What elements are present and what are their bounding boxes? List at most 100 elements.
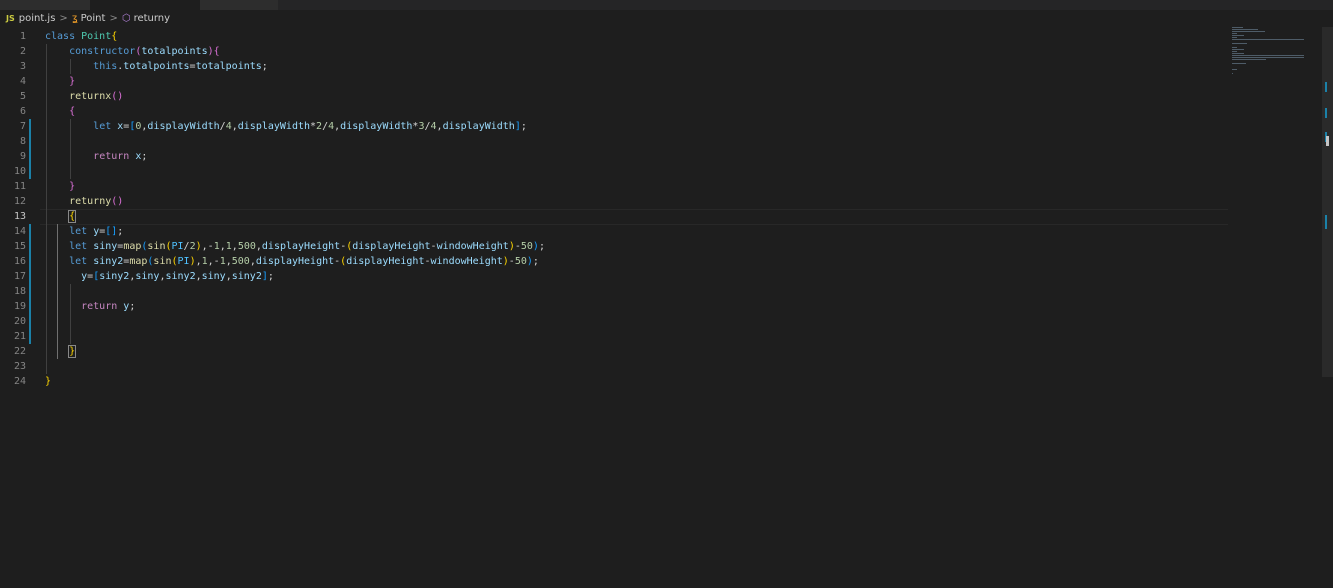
code-token: 50 (520, 241, 533, 252)
code-line[interactable]: 24} (0, 374, 1230, 389)
code-token: map (129, 256, 148, 267)
code-line[interactable]: 4 } (0, 74, 1230, 89)
code-line[interactable]: 7 let x=[0,displayWidth/4,displayWidth*2… (0, 119, 1230, 134)
code-line[interactable]: 2 constructor(totalpoints){ (0, 44, 1230, 59)
minimap-line (1232, 33, 1237, 34)
code-token: ,- (207, 256, 220, 267)
code-token: siny2 (99, 271, 130, 282)
indent-guide (70, 284, 71, 344)
code-token: siny (135, 271, 160, 282)
minimap-line (1232, 69, 1237, 70)
line-number: 21 (13, 331, 26, 342)
minimap-line (1232, 31, 1266, 32)
code-line[interactable]: 10 (0, 164, 1230, 179)
line-number: 12 (13, 196, 26, 207)
code-token: this (93, 61, 118, 72)
code-token: sin (147, 241, 166, 252)
minimap-line (1232, 53, 1244, 54)
code-token: totalpoints (141, 46, 208, 57)
line-number: 2 (19, 46, 26, 57)
code-token: } (45, 376, 52, 387)
code-token: displayWidth (237, 121, 311, 132)
editor-tab[interactable] (0, 0, 90, 10)
minimap-line (1232, 29, 1259, 30)
code-line[interactable]: 16 let siny2=map(sin(PI),1,-1,500,displa… (0, 254, 1230, 269)
code-line[interactable]: 17 y=[siny2,siny,siny2,siny,siny2]; (0, 269, 1230, 284)
line-number: 11 (13, 181, 26, 192)
code-token: windowHeight (430, 256, 503, 267)
code-line[interactable]: 11 } (0, 179, 1230, 194)
code-line[interactable]: 9 return x; (0, 149, 1230, 164)
scrollbar-change-marker (1325, 215, 1327, 229)
minimap[interactable] (1228, 27, 1308, 87)
code-token: displayHeight (346, 256, 425, 267)
code-line[interactable]: 15 let siny=map(sin(PI/2),-1,1,500,displ… (0, 239, 1230, 254)
line-number: 22 (13, 346, 26, 357)
code-token: PI (177, 256, 190, 267)
code-token: } (69, 76, 76, 87)
code-line[interactable]: 18 (0, 284, 1230, 299)
code-token: siny (201, 271, 226, 282)
code-line[interactable]: 21 (0, 329, 1230, 344)
line-number: 10 (13, 166, 26, 177)
code-token: ; (129, 301, 136, 312)
code-token: [] (105, 226, 118, 237)
code-line[interactable]: 20 (0, 314, 1230, 329)
current-line-highlight (40, 209, 1228, 225)
indent-guide (57, 224, 58, 359)
minimap-line (1232, 47, 1237, 48)
breadcrumb-class[interactable]: Point (81, 13, 106, 24)
code-line[interactable]: 8 (0, 134, 1230, 149)
code-line[interactable]: 22 } (0, 344, 1230, 359)
code-line[interactable]: 1 class Point{ (0, 29, 1230, 44)
code-line[interactable]: 14 let y=[]; (0, 224, 1230, 239)
gutter-change-marker[interactable] (29, 224, 31, 344)
minimap-line (1232, 27, 1243, 28)
code-line[interactable]: 13 { (0, 209, 1230, 225)
scrollbar-change-marker (1325, 82, 1327, 92)
minimap-line (1232, 55, 1304, 56)
line-number: 9 (19, 151, 26, 162)
code-line[interactable]: 23 (0, 359, 1230, 374)
code-token: displayWidth (147, 121, 220, 132)
line-number: 14 (13, 226, 26, 237)
code-token: } (68, 345, 77, 358)
minimap-line (1232, 63, 1246, 64)
code-token: let (69, 256, 94, 267)
code-token: { (213, 46, 220, 57)
code-text: y=[siny2,siny,siny2,siny,siny2]; (45, 269, 274, 284)
code-token: siny2 (165, 271, 196, 282)
code-editor[interactable]: 1 class Point{2 constructor(totalpoints){… (0, 27, 1322, 588)
code-token: return (81, 301, 124, 312)
code-token: returny (69, 196, 112, 207)
code-line[interactable]: 5 returnx() (0, 89, 1230, 104)
code-token: totalpoints (123, 61, 190, 72)
breadcrumb-method[interactable]: returny (134, 13, 171, 24)
code-line[interactable]: 19 return y; (0, 299, 1230, 314)
vertical-scrollbar[interactable] (1322, 27, 1333, 377)
line-number: 13 (13, 211, 26, 222)
minimap-line (1232, 35, 1244, 36)
code-line[interactable]: 3 this.totalpoints=totalpoints; (0, 59, 1230, 74)
editor-tab-active[interactable] (90, 0, 200, 10)
breadcrumb-file[interactable]: point.js (19, 13, 56, 24)
editor-tab[interactable] (200, 0, 278, 10)
code-text: return y; (45, 299, 135, 314)
code-token: displayWidth (442, 121, 515, 132)
minimap-line (1232, 39, 1304, 40)
code-line[interactable]: 6 { (0, 104, 1230, 119)
code-text: } (45, 344, 77, 359)
line-number: 23 (13, 361, 26, 372)
code-token: 500 (237, 241, 256, 252)
editor-tab-strip (0, 0, 1333, 10)
javascript-file-icon: JS (6, 14, 15, 23)
indent-guide (46, 44, 47, 374)
code-token: { (68, 210, 77, 223)
code-token: displayHeight (352, 241, 431, 252)
gutter-change-marker[interactable] (29, 119, 31, 179)
code-line[interactable]: 12 returny() (0, 194, 1230, 209)
